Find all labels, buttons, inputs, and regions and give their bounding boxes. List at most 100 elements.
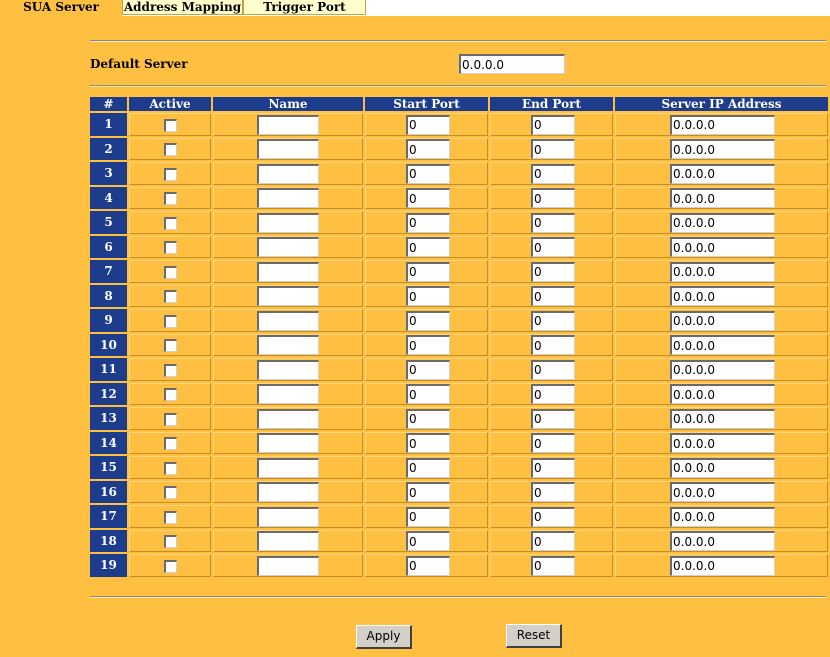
server-ip-input[interactable] [670, 408, 775, 429]
name-input[interactable] [257, 286, 319, 306]
server-ip-input[interactable] [670, 261, 775, 282]
active-checkbox[interactable] [163, 486, 177, 500]
active-checkbox[interactable] [163, 265, 177, 279]
end-port-input[interactable] [531, 139, 575, 159]
server-ip-input[interactable] [670, 114, 775, 135]
start-port-input[interactable] [406, 212, 450, 233]
name-input[interactable] [257, 163, 319, 184]
reset-button[interactable]: Reset [506, 624, 562, 648]
server-ip-input[interactable] [670, 310, 775, 331]
server-ip-input[interactable] [670, 384, 775, 404]
active-checkbox[interactable] [163, 143, 177, 157]
end-port-input[interactable] [531, 433, 575, 453]
name-input[interactable] [257, 212, 319, 233]
start-port-input[interactable] [406, 384, 450, 404]
start-port-input[interactable] [406, 531, 450, 551]
server-ip-input[interactable] [670, 139, 775, 159]
active-checkbox[interactable] [163, 535, 177, 549]
name-input[interactable] [257, 188, 319, 208]
apply-button[interactable]: Apply [356, 625, 412, 649]
active-checkbox[interactable] [163, 118, 177, 132]
end-port-input[interactable] [531, 114, 575, 135]
active-checkbox[interactable] [163, 412, 177, 426]
end-port-input[interactable] [531, 555, 575, 576]
server-ip-input[interactable] [670, 212, 775, 233]
name-input[interactable] [257, 482, 319, 502]
end-port-input[interactable] [531, 506, 575, 527]
active-checkbox[interactable] [163, 339, 177, 353]
start-port-input[interactable] [406, 555, 450, 576]
end-port-input[interactable] [531, 163, 575, 184]
active-checkbox[interactable] [163, 559, 177, 573]
name-input[interactable] [257, 555, 319, 576]
end-port-input[interactable] [531, 384, 575, 404]
active-checkbox[interactable] [163, 461, 177, 475]
active-checkbox[interactable] [163, 192, 177, 206]
end-port-input[interactable] [531, 457, 575, 478]
server-ip-input[interactable] [670, 555, 775, 576]
server-ip-input[interactable] [670, 237, 775, 257]
end-port-input[interactable] [531, 212, 575, 233]
start-port-input[interactable] [406, 286, 450, 306]
start-port-input[interactable] [406, 408, 450, 429]
start-port-input[interactable] [406, 114, 450, 135]
server-ip-input[interactable] [670, 359, 775, 380]
name-input[interactable] [257, 433, 319, 453]
server-ip-input[interactable] [670, 433, 775, 453]
start-port-input[interactable] [406, 457, 450, 478]
tab-sua-server[interactable]: SUA Server [0, 0, 122, 16]
active-checkbox[interactable] [163, 167, 177, 181]
start-port-input[interactable] [406, 359, 450, 380]
start-port-input[interactable] [406, 261, 450, 282]
server-ip-input[interactable] [670, 482, 775, 502]
name-input[interactable] [257, 359, 319, 380]
server-ip-input[interactable] [670, 188, 775, 208]
active-checkbox[interactable] [163, 388, 177, 402]
start-port-input[interactable] [406, 163, 450, 184]
name-input[interactable] [257, 310, 319, 331]
start-port-input[interactable] [406, 139, 450, 159]
server-ip-input[interactable] [670, 506, 775, 527]
end-port-input[interactable] [531, 286, 575, 306]
start-port-input[interactable] [406, 482, 450, 502]
start-port-input[interactable] [406, 335, 450, 355]
active-checkbox[interactable] [163, 241, 177, 255]
server-ip-input[interactable] [670, 531, 775, 551]
name-input[interactable] [257, 384, 319, 404]
server-ip-input[interactable] [670, 335, 775, 355]
start-port-input[interactable] [406, 506, 450, 527]
name-input[interactable] [257, 408, 319, 429]
name-input[interactable] [257, 139, 319, 159]
end-port-input[interactable] [531, 188, 575, 208]
server-ip-input[interactable] [670, 286, 775, 306]
server-ip-input[interactable] [670, 457, 775, 478]
end-port-input[interactable] [531, 237, 575, 257]
start-port-input[interactable] [406, 433, 450, 453]
tab-address-mapping[interactable]: Address Mapping [122, 0, 243, 15]
active-checkbox[interactable] [163, 216, 177, 230]
name-input[interactable] [257, 237, 319, 257]
end-port-input[interactable] [531, 359, 575, 380]
end-port-input[interactable] [531, 335, 575, 355]
name-input[interactable] [257, 457, 319, 478]
name-input[interactable] [257, 335, 319, 355]
active-checkbox[interactable] [163, 314, 177, 328]
start-port-input[interactable] [406, 237, 450, 257]
active-checkbox[interactable] [163, 510, 177, 524]
tab-trigger-port[interactable]: Trigger Port [243, 0, 366, 15]
name-input[interactable] [257, 261, 319, 282]
start-port-input[interactable] [406, 188, 450, 208]
active-checkbox[interactable] [163, 290, 177, 304]
end-port-input[interactable] [531, 310, 575, 331]
start-port-input[interactable] [406, 310, 450, 331]
end-port-input[interactable] [531, 408, 575, 429]
end-port-input[interactable] [531, 261, 575, 282]
end-port-input[interactable] [531, 531, 575, 551]
name-input[interactable] [257, 531, 319, 551]
name-input[interactable] [257, 506, 319, 527]
active-checkbox[interactable] [163, 437, 177, 451]
default-server-input[interactable] [459, 54, 565, 74]
active-checkbox[interactable] [163, 363, 177, 377]
server-ip-input[interactable] [670, 163, 775, 184]
end-port-input[interactable] [531, 482, 575, 502]
